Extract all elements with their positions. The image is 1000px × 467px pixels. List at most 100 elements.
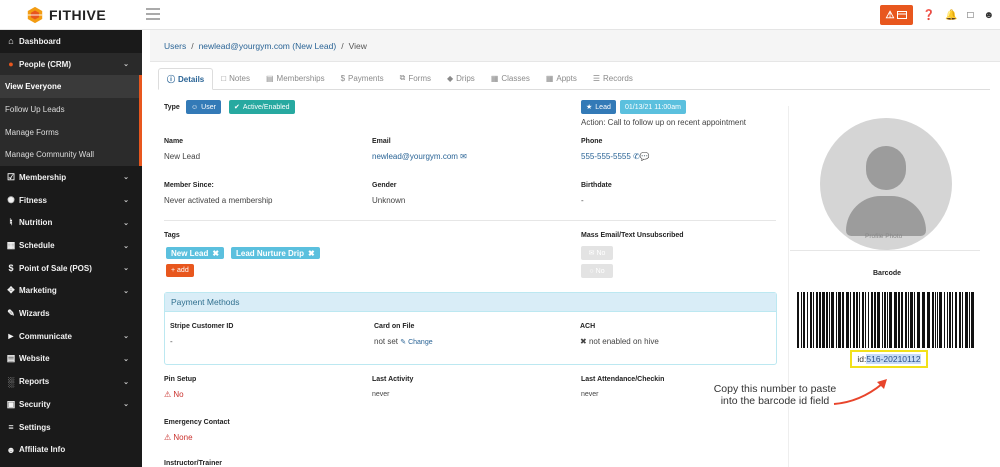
barcode-bar [803, 292, 805, 348]
barcode-bar [816, 292, 818, 348]
pin-value: ⚠ No [164, 390, 184, 399]
phone-icon[interactable]: □ [967, 10, 973, 21]
barcode-bar [914, 292, 915, 348]
sidebar-item-communicate[interactable]: ► Communicate ⌄ [0, 325, 142, 348]
barcode-bar [826, 292, 828, 348]
sidebar-item-wizards[interactable]: ✎ Wizards [0, 302, 142, 325]
help-icon[interactable]: ❓ [923, 10, 935, 21]
sidebar-item-view-everyone[interactable]: View Everyone [0, 75, 142, 99]
sidebar-item-affiliate[interactable]: ☻ Affiliate Info [0, 438, 142, 461]
bar-chart-icon: ░ [7, 376, 15, 387]
tag-new-lead[interactable]: New Lead ✖ [166, 247, 225, 259]
last-activity-label: Last Activity [372, 376, 414, 383]
barcode-bar [829, 292, 830, 348]
sidebar-item-community-wall[interactable]: Manage Community Wall [0, 143, 142, 167]
tab-classes[interactable]: ▦ Classes [483, 67, 538, 89]
tab-details[interactable]: ⓘ Details [158, 68, 214, 90]
barcode-bar [922, 292, 925, 348]
sidebar-item-people[interactable]: ● People (CRM) ⌄ [0, 52, 142, 76]
bell-icon[interactable]: 🔔 [945, 10, 957, 21]
breadcrumb-person[interactable]: newlead@yourgym.com (New Lead) [199, 41, 337, 51]
sidebar-item-marketing[interactable]: ✥ Marketing ⌄ [0, 280, 142, 303]
ach-label: ACH [580, 323, 596, 330]
warning-icon: ⚠ [885, 9, 895, 21]
column-divider [788, 106, 789, 467]
tab-records[interactable]: ☰ Records [585, 67, 641, 89]
alert-button[interactable]: ⚠ [879, 5, 913, 25]
last-attendance-label: Last Attendance/Checkin [581, 376, 665, 383]
barcode-bar [865, 292, 866, 348]
sidebar-item-dashboard[interactable]: ⌂ Dashboard [0, 30, 142, 53]
tab-memberships[interactable]: ▤ Memberships [258, 67, 333, 89]
sidebar-item-reports[interactable]: ░ Reports ⌄ [0, 370, 142, 393]
tab-drips[interactable]: ◆ Drips [439, 67, 483, 89]
tab-appts[interactable]: ▦ Appts [538, 67, 585, 89]
barcode-bar [901, 292, 903, 348]
tag-lead-nurture-drip[interactable]: Lead Nurture Drip ✖ [231, 247, 320, 259]
user-menu-icon[interactable]: ☻ [983, 10, 994, 21]
annotation-arrow-icon [833, 379, 887, 405]
ach-value: ✖ not enabled on hive [580, 337, 659, 346]
hive-logo-icon [27, 6, 43, 24]
chevron-down-icon: ⌄ [123, 265, 129, 273]
profile-photo[interactable] [820, 118, 952, 250]
note-icon: □ [221, 73, 227, 83]
sidebar-item-nutrition[interactable]: ♮ Nutrition ⌄ [0, 212, 142, 235]
tab-payments[interactable]: $ Payments [333, 67, 392, 89]
barcode-bar [859, 292, 860, 348]
barcode-bar [877, 292, 880, 348]
sidebar-item-membership[interactable]: ☑ Membership ⌄ [0, 166, 142, 189]
drop-icon: ◆ [446, 73, 454, 83]
breadcrumb: Users / newlead@yourgym.com (New Lead) /… [150, 30, 1000, 62]
barcode-bar [801, 292, 802, 348]
brand-logo[interactable]: FITHIVE [26, 6, 106, 24]
phone-icon: ✆ [633, 152, 640, 161]
sidebar-item-follow-up-leads[interactable]: Follow Up Leads [0, 98, 142, 121]
copy-icon: ⧉ [399, 73, 406, 82]
sidebar-item-pos[interactable]: $ Point of Sale (POS) ⌄ [0, 257, 142, 280]
chevron-down-icon: ⌄ [123, 333, 129, 341]
gender-label: Gender [372, 182, 397, 189]
envelope-icon: ✉ [588, 250, 595, 257]
stripe-value: - [170, 337, 173, 346]
sidebar-item-website[interactable]: ▤ Website ⌄ [0, 348, 142, 371]
lead-button[interactable]: ★ Lead [581, 100, 616, 114]
change-card-link[interactable]: ✎ Change [400, 339, 432, 346]
barcode-bar [884, 292, 886, 348]
barcode-id-value[interactable]: 516-20210112 [866, 354, 921, 364]
gender-value: Unknown [372, 196, 406, 205]
avatar-body [846, 196, 926, 236]
brand-name: FITHIVE [49, 7, 107, 23]
sidebar-item-settings[interactable]: ≡ Settings [0, 416, 142, 439]
stripe-label: Stripe Customer ID [170, 323, 234, 330]
tab-notes[interactable]: □ Notes [213, 67, 258, 89]
phone-link[interactable]: 555-555-5555 ✆💬 [581, 152, 650, 161]
dollar-icon: $ [8, 263, 14, 274]
sidebar-item-manage-forms[interactable]: Manage Forms [0, 120, 142, 144]
add-tag-button[interactable]: + add [166, 264, 194, 277]
remove-icon[interactable]: ✖ [212, 249, 219, 258]
active-status-button[interactable]: ✔ Active/Enabled [229, 100, 295, 114]
remove-icon[interactable]: ✖ [308, 249, 315, 258]
barcode-id-box[interactable]: id: 516-20210112 [850, 350, 928, 368]
barcode-bar [846, 292, 849, 348]
tab-forms[interactable]: ⧉ Forms [392, 67, 439, 89]
user-circle-icon: ☺ [191, 103, 199, 111]
user-type-button[interactable]: ☺ User [186, 100, 221, 114]
menu-toggle-icon[interactable] [146, 8, 160, 20]
email-unsubscribe-toggle[interactable]: ✉ No [581, 246, 613, 260]
barcode-bar [822, 292, 825, 348]
barcode-bar [853, 292, 855, 348]
barcode-bar [927, 292, 930, 348]
payment-methods-heading: Payment Methods [165, 293, 776, 312]
sidebar-item-schedule[interactable]: ▦ Schedule ⌄ [0, 234, 142, 257]
barcode-bar [874, 292, 876, 348]
breadcrumb-users[interactable]: Users [164, 41, 186, 51]
sidebar-item-fitness[interactable]: ✺ Fitness ⌄ [0, 189, 142, 212]
text-unsubscribe-toggle[interactable]: ○ No [581, 264, 613, 278]
id-card-icon: ▤ [265, 73, 274, 83]
email-link[interactable]: newlead@yourgym.com ✉ [372, 152, 467, 161]
barcode-bar [971, 292, 974, 348]
sidebar-item-security[interactable]: ▣ Security ⌄ [0, 393, 142, 416]
barcode-bar [889, 292, 892, 348]
